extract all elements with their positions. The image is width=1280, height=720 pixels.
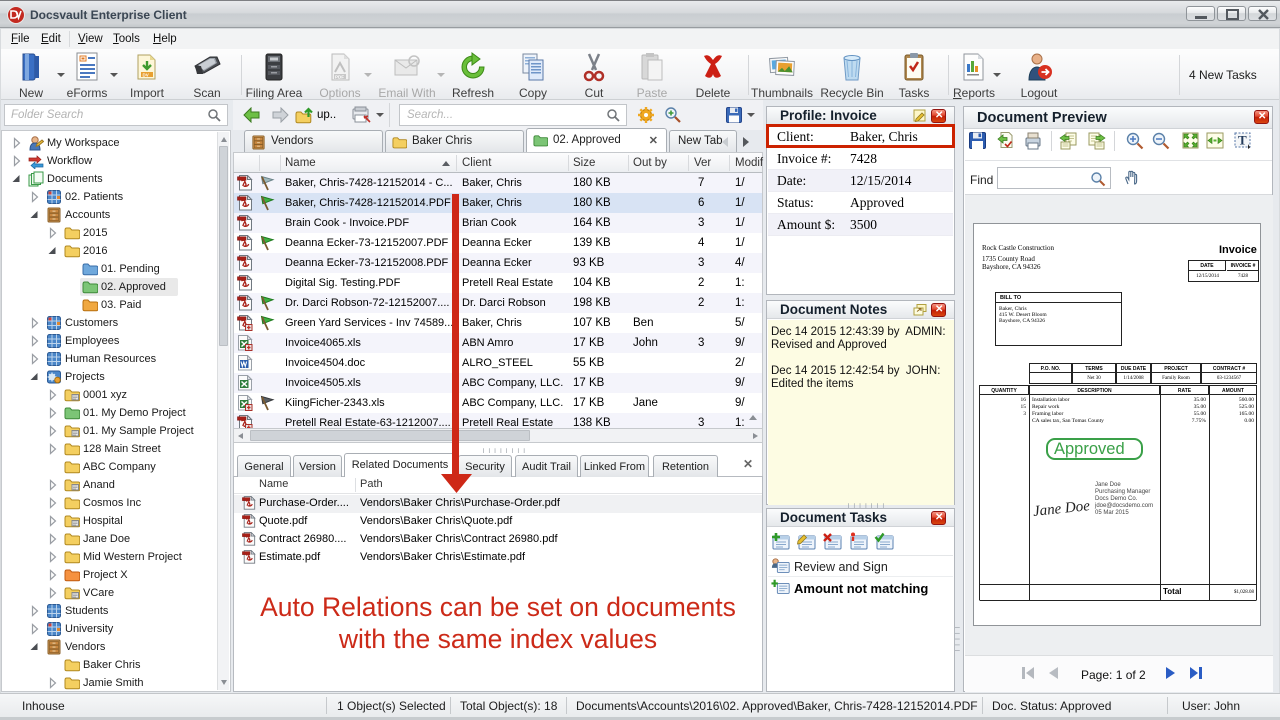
svg-text:T: T [1238, 133, 1247, 148]
svg-text:PDF: PDF [335, 75, 344, 80]
svg-text:DV: DV [143, 72, 149, 77]
